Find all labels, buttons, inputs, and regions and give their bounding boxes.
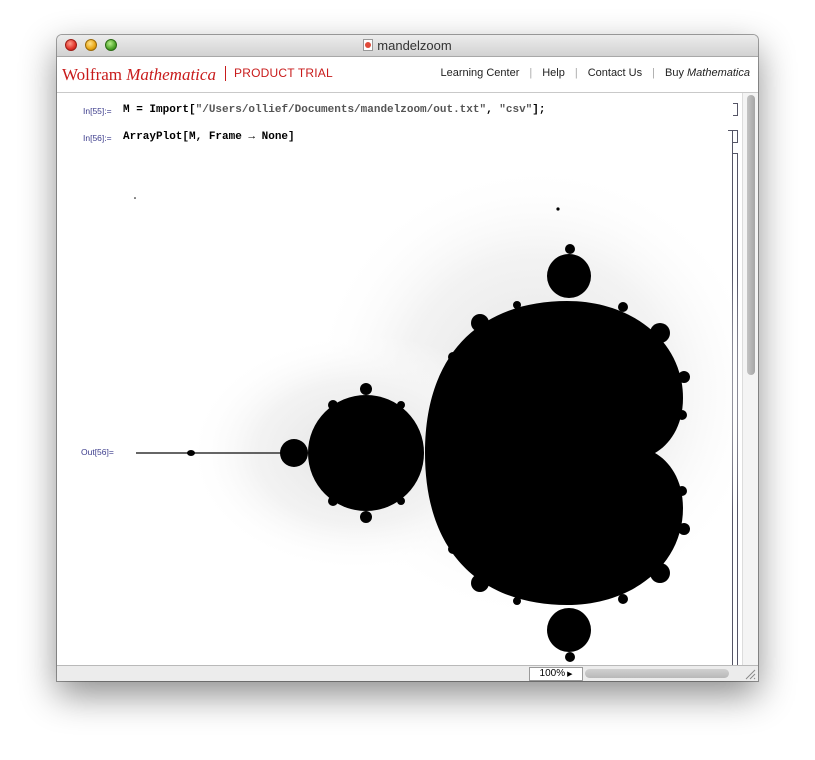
link-separator: | (529, 67, 533, 79)
wolfram-mathematica-logo[interactable]: Wolfram Mathematica (62, 65, 216, 85)
notebook-content[interactable]: In[55]:= M = Import["/Users/ollief/Docum… (57, 93, 758, 665)
buy-prefix: Buy (664, 67, 684, 79)
link-separator: | (652, 67, 655, 79)
buy-mathematica-link[interactable]: Buy Mathematica (665, 67, 750, 79)
link-separator: | (574, 67, 578, 79)
toolbar-links: Learning Center | Help | Contact Us | Buy Math… (440, 67, 750, 79)
vertical-scrollbar[interactable] (742, 93, 758, 665)
notebook-window: mandelzoom Wolfram Mathematica PRODUCT T… (57, 35, 758, 681)
mandelbrot-array-plot[interactable] (57, 93, 758, 665)
zoom-menu[interactable]: 100% ▶ (529, 667, 583, 681)
contact-us-link[interactable]: Contact Us (588, 67, 642, 79)
horizontal-scroll-thumb[interactable] (585, 669, 729, 678)
product-trial-label: PRODUCT TRIAL (225, 66, 333, 81)
help-link[interactable]: Help (542, 67, 565, 79)
status-bar: 100% ▶ (57, 665, 758, 681)
chevron-right-icon: ▶ (567, 671, 573, 678)
window-title-text: mandelzoom (377, 38, 452, 53)
brand-mathematica: Mathematica (126, 65, 216, 84)
learning-center-link[interactable]: Learning Center (440, 67, 519, 79)
title-bar[interactable]: mandelzoom (57, 35, 758, 57)
zoom-level: 100% (539, 668, 566, 679)
notebook-document-icon (363, 39, 374, 51)
window-title: mandelzoom (57, 38, 758, 53)
resize-grip-icon[interactable] (745, 669, 756, 680)
vertical-scroll-thumb[interactable] (747, 95, 755, 375)
buy-product: Mathematica (687, 67, 750, 79)
product-toolbar: Wolfram Mathematica PRODUCT TRIAL Learni… (57, 57, 758, 93)
brand-wolfram: Wolfram (62, 65, 122, 84)
